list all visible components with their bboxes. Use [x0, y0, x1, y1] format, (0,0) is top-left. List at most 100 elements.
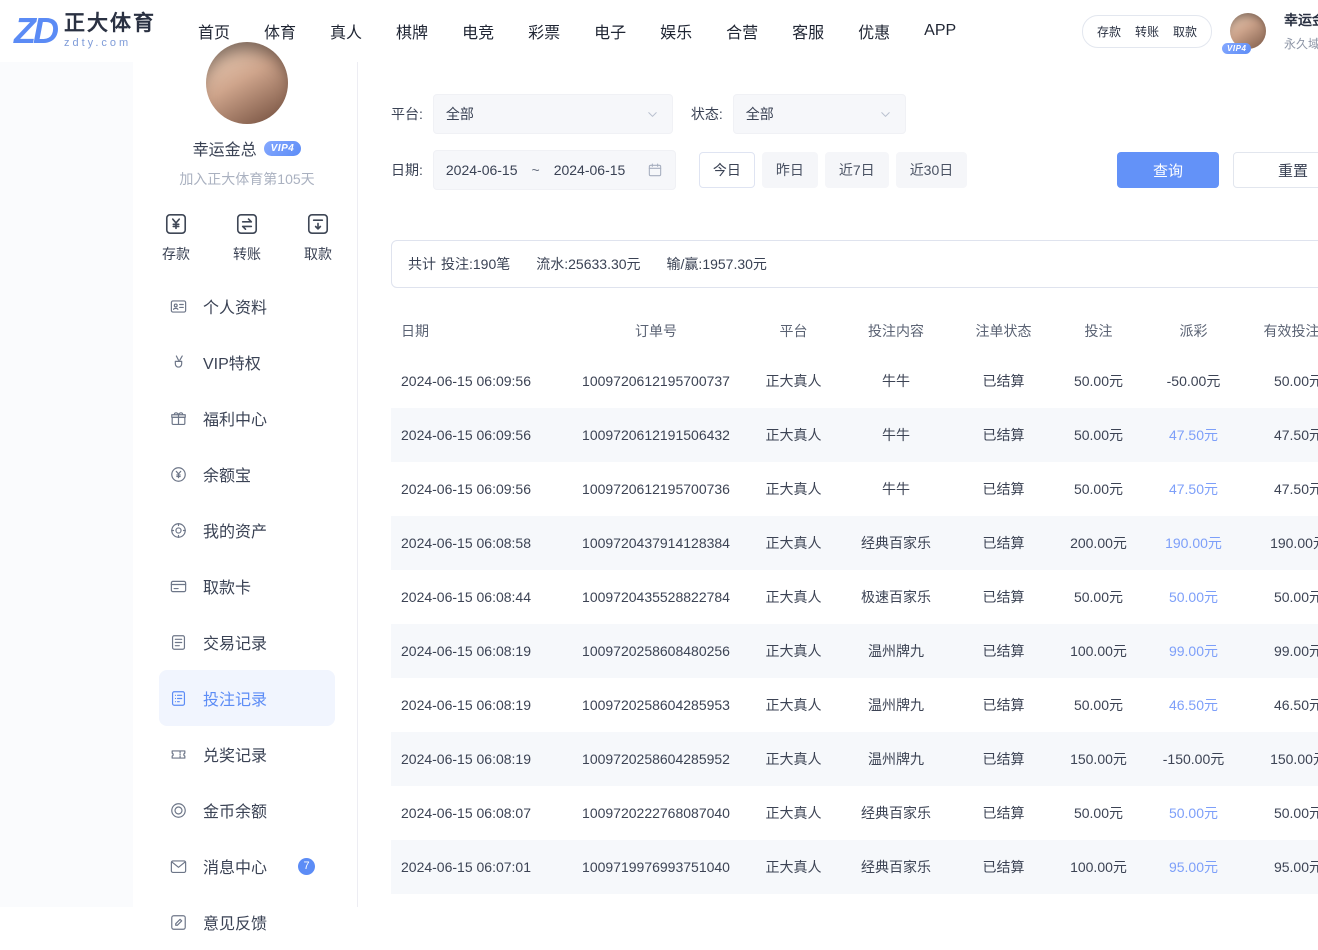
- wallet-link[interactable]: 转账: [1135, 23, 1159, 40]
- search-button[interactable]: 查询: [1117, 152, 1219, 188]
- cell-status: 已结算: [956, 425, 1051, 445]
- cell-bet-amount: 100.00元: [1051, 641, 1146, 661]
- cell-bet-amount: 200.00元: [1051, 533, 1146, 553]
- status-select[interactable]: 全部: [733, 94, 906, 134]
- cell-platform: 正大真人: [751, 371, 836, 391]
- cell-date: 2024-06-15 06:09:56: [391, 481, 561, 497]
- quick-action-withdraw[interactable]: 取款: [304, 211, 332, 264]
- transactions-icon: [169, 633, 188, 652]
- cell-order-no: 1009719976993751040: [561, 859, 751, 875]
- sidebar-item[interactable]: VIP特权: [159, 334, 335, 390]
- date-to: 2024-06-15: [554, 162, 626, 178]
- header-user-info: 幸运金总 永久域名:: [1284, 10, 1318, 52]
- cell-bet-content: 牛牛: [836, 371, 956, 391]
- nav-item[interactable]: 真人: [330, 19, 362, 43]
- id-card-icon: [169, 297, 188, 316]
- cell-status: 已结算: [956, 695, 1051, 715]
- join-days-text: 加入正大体育第105天: [179, 169, 314, 189]
- cell-order-no: 1009720258604285953: [561, 697, 751, 713]
- cell-bet-content: 温州牌九: [836, 695, 956, 715]
- nav-item[interactable]: 客服: [792, 19, 824, 43]
- withdraw-icon: [305, 211, 331, 237]
- table-row: 2024-06-15 06:07:011009719976993751040正大…: [391, 840, 1318, 894]
- table-row: 2024-06-15 06:09:561009720612191506432正大…: [391, 408, 1318, 462]
- table-row: 2024-06-15 06:08:191009720258604285953正大…: [391, 678, 1318, 732]
- date-from: 2024-06-15: [446, 162, 518, 178]
- quick-range-button[interactable]: 昨日: [762, 152, 818, 188]
- cell-platform: 正大真人: [751, 803, 836, 823]
- nav-item[interactable]: 电竞: [462, 19, 494, 43]
- sidebar-item[interactable]: 兑奖记录: [159, 726, 335, 782]
- sidebar-item-label: VIP特权: [203, 350, 261, 374]
- reset-button[interactable]: 重置: [1233, 152, 1318, 188]
- sidebar-item[interactable]: 个人资料: [159, 278, 335, 334]
- cell-platform: 正大真人: [751, 695, 836, 715]
- nav-item[interactable]: 合营: [726, 19, 758, 43]
- cell-valid-bet: 150.00元: [1241, 749, 1318, 769]
- summary-turnover: 流水:25633.30元: [536, 254, 640, 274]
- brand-text: 正大体育 zdty.com: [64, 13, 156, 50]
- nav-item[interactable]: 首页: [198, 19, 230, 43]
- nav-item[interactable]: 彩票: [528, 19, 560, 43]
- sidebar-item-label: 交易记录: [203, 630, 267, 654]
- nav-item[interactable]: 体育: [264, 19, 296, 43]
- sidebar-item[interactable]: 交易记录: [159, 614, 335, 670]
- cell-status: 已结算: [956, 533, 1051, 553]
- sidebar-item[interactable]: 投注记录: [159, 670, 335, 726]
- sidebar-item-label: 取款卡: [203, 574, 251, 598]
- status-filter-label: 状态:: [691, 104, 723, 124]
- sidebar-item-label: 兑奖记录: [203, 742, 267, 766]
- gift-icon: [169, 409, 188, 428]
- wallet-link[interactable]: 存款: [1097, 23, 1121, 40]
- nav-item[interactable]: APP: [924, 22, 956, 40]
- nav-item[interactable]: 棋牌: [396, 19, 428, 43]
- cell-bet-content: 极速百家乐: [836, 587, 956, 607]
- quick-range-button[interactable]: 今日: [699, 152, 755, 188]
- cell-platform: 正大真人: [751, 587, 836, 607]
- sidebar-item[interactable]: 福利中心: [159, 390, 335, 446]
- quick-range-button[interactable]: 近7日: [825, 152, 889, 188]
- quick-range-button[interactable]: 近30日: [896, 152, 968, 188]
- nav-item[interactable]: 电子: [594, 19, 626, 43]
- cell-bet-amount: 100.00元: [1051, 857, 1146, 877]
- summary-total-bets: 共计 投注:190笔: [408, 254, 510, 274]
- nav-item[interactable]: 优惠: [858, 19, 890, 43]
- sidebar-item[interactable]: 我的资产: [159, 502, 335, 558]
- cell-valid-bet: 47.50元: [1241, 425, 1318, 445]
- redeem-icon: [169, 745, 188, 764]
- cell-bet-amount: 50.00元: [1051, 371, 1146, 391]
- user-avatar[interactable]: VIP4: [1230, 13, 1266, 49]
- cell-bet-content: 温州牌九: [836, 641, 956, 661]
- sidebar-item[interactable]: 余额宝: [159, 446, 335, 502]
- sidebar-item[interactable]: 消息中心7: [159, 838, 335, 894]
- sidebar-item-label: 金币余额: [203, 798, 267, 822]
- profile-avatar: [206, 42, 288, 124]
- header-right: 存款转账取款 VIP4 幸运金总 永久域名:: [1082, 0, 1318, 62]
- brand-domain: zdty.com: [64, 38, 156, 50]
- quick-action-deposit[interactable]: 存款: [162, 211, 190, 264]
- date-range-input[interactable]: 2024-06-15 ~ 2024-06-15: [433, 150, 676, 190]
- nav-item[interactable]: 娱乐: [660, 19, 692, 43]
- vip-icon: [169, 353, 188, 372]
- date-separator: ~: [532, 162, 540, 178]
- brand-logo[interactable]: ZD 正大体育 zdty.com: [14, 13, 164, 50]
- wallet-link[interactable]: 取款: [1173, 23, 1197, 40]
- summary-total-label: 共计: [408, 254, 436, 274]
- sidebar-item[interactable]: 意见反馈: [159, 894, 335, 950]
- sidebar-item[interactable]: 取款卡: [159, 558, 335, 614]
- cell-platform: 正大真人: [751, 533, 836, 553]
- sidebar-item-label: 我的资产: [203, 518, 267, 542]
- quick-action-transfer[interactable]: 转账: [233, 211, 261, 264]
- cell-platform: 正大真人: [751, 749, 836, 769]
- gold-coin-icon: [169, 801, 188, 820]
- cell-date: 2024-06-15 06:08:19: [391, 751, 561, 767]
- cell-payout: 47.50元: [1146, 479, 1241, 499]
- status-select-value: 全部: [746, 104, 774, 124]
- sidebar-item[interactable]: 金币余额: [159, 782, 335, 838]
- platform-select[interactable]: 全部: [433, 94, 673, 134]
- table-row: 2024-06-15 06:08:191009720258608480256正大…: [391, 624, 1318, 678]
- cell-payout: 46.50元: [1146, 695, 1241, 715]
- main-nav: 首页 体育 真人 棋牌 电竞 彩票 电子 娱乐 合营 客服 优惠 APP: [198, 19, 956, 43]
- quick-action-label: 取款: [304, 244, 332, 264]
- cell-payout: 50.00元: [1146, 803, 1241, 823]
